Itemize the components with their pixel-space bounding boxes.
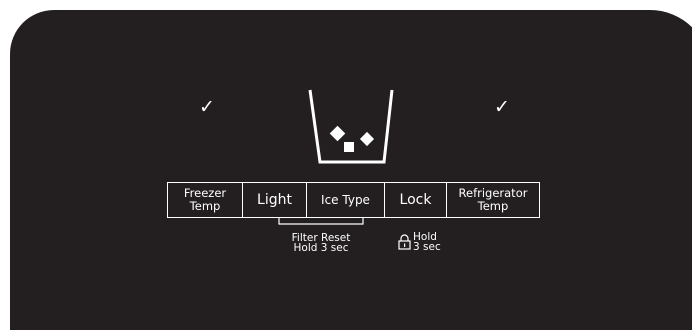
light-button[interactable]: Light xyxy=(243,183,307,217)
filter-reset-bracket xyxy=(278,218,364,225)
filter-reset-line2: Hold 3 sec xyxy=(293,242,349,254)
ice-type-button[interactable]: Ice Type xyxy=(307,183,385,217)
light-label: Light xyxy=(257,192,292,208)
ice-type-label: Ice Type xyxy=(321,193,370,207)
lock-label: Lock xyxy=(399,192,432,208)
freezer-temp-label-line2: Temp xyxy=(189,199,221,213)
lock-icon xyxy=(398,234,411,250)
lock-hold-note: Hold 3 sec xyxy=(398,232,441,252)
refrigerator-check-icon: ✓ xyxy=(494,96,510,118)
control-panel xyxy=(10,10,692,330)
filter-reset-note: Filter Reset Hold 3 sec xyxy=(268,233,374,254)
hold-line2: 3 sec xyxy=(413,241,441,253)
control-button-row: Freezer Temp Light Ice Type Lock Refrige… xyxy=(167,182,540,218)
refrigerator-temp-button[interactable]: Refrigerator Temp xyxy=(447,183,539,217)
lock-button[interactable]: Lock xyxy=(385,183,447,217)
freezer-temp-button[interactable]: Freezer Temp xyxy=(168,183,243,217)
freezer-check-icon: ✓ xyxy=(199,96,215,118)
ice-cup-icon xyxy=(308,89,394,164)
refrigerator-temp-label-line2: Temp xyxy=(477,199,509,213)
